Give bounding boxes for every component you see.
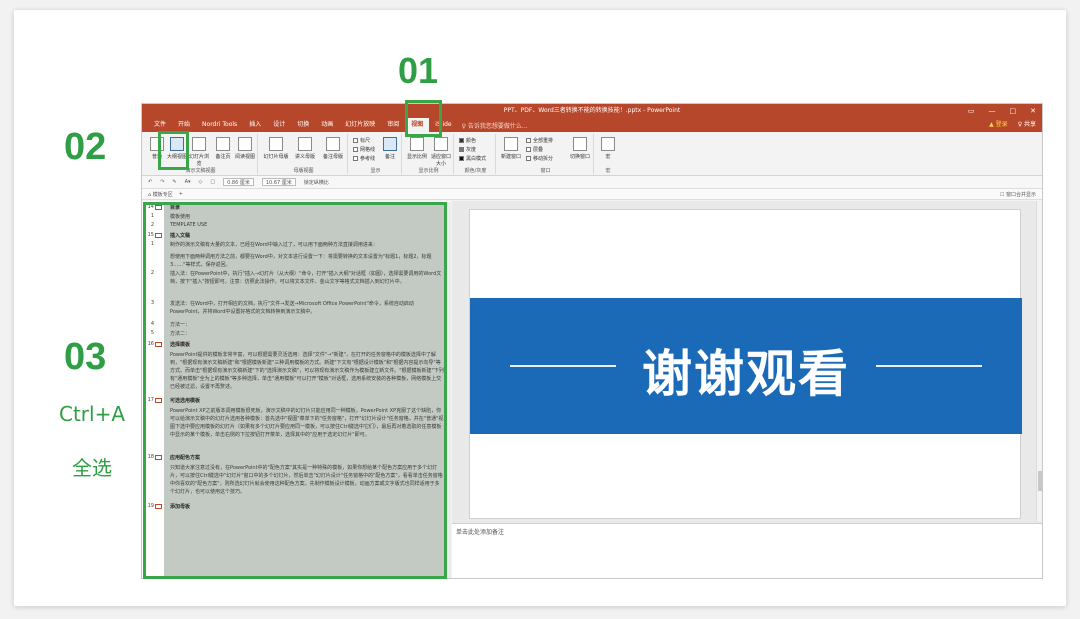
notes-master-button[interactable]: 备注母版 <box>320 137 346 160</box>
tab-nordri-tools[interactable]: Nordri Tools <box>196 118 243 132</box>
show-group: 标尺 网格线 参考线 备注 显示 <box>350 134 402 174</box>
tab-slideshow[interactable]: 幻灯片放映 <box>339 118 381 132</box>
ribbon-display-button[interactable]: ▭ <box>968 104 975 118</box>
tab-home[interactable]: 开始 <box>172 118 196 132</box>
switch-window-button[interactable]: 切换窗口 <box>568 137 592 160</box>
undo-icon[interactable]: ↶ <box>148 179 152 185</box>
window-controls: ▭ — □ ✕ <box>968 104 1036 118</box>
show-label: 显示 <box>370 168 381 174</box>
macros-label: 宏 <box>605 168 611 174</box>
color-option[interactable]: 颜色 <box>459 137 476 144</box>
sign-in-link[interactable]: ▲ 登录 <box>989 118 1008 132</box>
window-title: PPT、PDF、Word三者转换不能的转换技能！.pptx - PowerPoi… <box>503 107 681 114</box>
bw-option[interactable]: 黑白模式 <box>459 155 486 162</box>
ruler-checkbox[interactable]: 标尺 <box>353 137 370 144</box>
title-band: 谢谢观看 <box>470 298 1022 434</box>
highlight-view-tab <box>405 100 442 137</box>
notes-page-button[interactable]: 备注页 <box>212 137 234 160</box>
zoom-group: 显示比例 适应窗口大小 显示比例 <box>404 134 454 174</box>
color-label: 颜色/灰度 <box>464 168 487 174</box>
redo-icon[interactable]: ↷ <box>160 179 164 185</box>
slide-sorter-button[interactable]: 幻灯片浏览 <box>188 137 210 167</box>
tell-me-search[interactable]: ♀ 告诉我您想要做什么... <box>462 121 528 130</box>
fit-window-icon <box>434 137 448 151</box>
slide-master-icon <box>269 137 283 151</box>
slide-canvas[interactable]: 谢谢观看 <box>469 209 1022 519</box>
cascade-button[interactable]: 层叠 <box>526 146 543 153</box>
ctrl-a-note: Ctrl+A <box>58 402 126 426</box>
handout-master-icon <box>298 137 312 151</box>
height-field[interactable]: 10.67 厘米 <box>261 178 296 186</box>
step-01-label: 01 <box>398 50 439 91</box>
slide-scrollbar[interactable] <box>1036 201 1042 521</box>
notes-pane[interactable]: 单击此处添加备注 <box>452 523 1042 578</box>
color-group: 颜色 灰度 黑白模式 颜色/灰度 <box>456 134 496 174</box>
minimize-button[interactable]: — <box>989 104 996 118</box>
format-toolbar: ↶ ↷ ✎ A▾ ◇ □ 0.86 厘米 10.67 厘米 锁定纵横比 <box>142 176 1042 189</box>
slide-master-button[interactable]: 幻灯片母版 <box>262 137 290 160</box>
zoom-label: 显示比例 <box>418 168 439 174</box>
step-03-label: 03 <box>64 336 107 378</box>
guides-checkbox[interactable]: 参考线 <box>353 155 375 162</box>
document-tabs: ⌂ 模板专区 + ☐ 窗口合并显示 <box>142 189 1042 200</box>
zoom-button[interactable]: 显示比例 <box>406 137 428 160</box>
master-views-label: 母版视图 <box>293 168 314 174</box>
slide-sorter-icon <box>192 137 206 151</box>
thanks-title[interactable]: 谢谢观看 <box>470 334 1022 406</box>
slide-editing-area: 谢谢观看 单击此处添加备注 <box>452 201 1042 578</box>
master-views-group: 幻灯片母版 讲义母版 备注母版 母版视图 <box>260 134 348 174</box>
tab-animations[interactable]: 动画 <box>315 118 339 132</box>
macros-group: 宏 宏 <box>596 134 620 174</box>
move-split-button[interactable]: 移动拆分 <box>526 155 553 162</box>
lock-aspect-checkbox[interactable]: 锁定纵横比 <box>304 179 329 186</box>
select-all-note: 全选 <box>72 456 112 480</box>
merge-windows-toggle[interactable]: ☐ 窗口合并显示 <box>1000 191 1036 198</box>
macros-button[interactable]: 宏 <box>597 137 619 160</box>
macro-icon <box>601 137 615 151</box>
pen-icon[interactable]: ✎ <box>172 179 176 185</box>
notes-page-icon <box>216 137 230 151</box>
shape-icon[interactable]: ◇ <box>199 179 203 185</box>
switch-window-icon <box>573 137 587 151</box>
tab-file[interactable]: 文件 <box>148 118 172 132</box>
width-field[interactable]: 0.86 厘米 <box>223 178 254 186</box>
highlight-outline-pane <box>143 202 447 579</box>
close-button[interactable]: ✕ <box>1030 104 1036 118</box>
step-02-label: 02 <box>64 126 107 168</box>
window-group: 新建窗口 全部重排 层叠 移动拆分 切换窗口 窗口 <box>498 134 594 174</box>
handout-master-button[interactable]: 讲义母版 <box>292 137 318 160</box>
tab-review[interactable]: 审阅 <box>381 118 405 132</box>
view-ribbon: 普通 大纲视图 幻灯片浏览 备注页 阅读视图 演示文稿视图 幻灯片母版 讲义母版… <box>142 132 1042 176</box>
new-window-icon <box>504 137 518 151</box>
tab-transitions[interactable]: 切换 <box>291 118 315 132</box>
template-tab[interactable]: ⌂ 模板专区 <box>148 191 173 198</box>
fit-window-button[interactable]: 适应窗口大小 <box>430 137 452 167</box>
scroll-thumb[interactable] <box>1038 471 1042 491</box>
tab-insert[interactable]: 插入 <box>243 118 267 132</box>
account-area: ▲ 登录 ♀ 共享 <box>989 118 1036 132</box>
rect-icon[interactable]: □ <box>210 179 215 185</box>
notes-toggle-button[interactable]: 备注 <box>380 137 400 160</box>
new-window-button[interactable]: 新建窗口 <box>500 137 522 160</box>
maximize-button[interactable]: □ <box>1010 104 1017 118</box>
grayscale-option[interactable]: 灰度 <box>459 146 476 153</box>
window-label: 窗口 <box>540 168 551 174</box>
gridlines-checkbox[interactable]: 网格线 <box>353 146 375 153</box>
notes-master-icon <box>326 137 340 151</box>
magnifier-icon <box>410 137 424 151</box>
arrange-all-button[interactable]: 全部重排 <box>526 137 553 144</box>
tab-design[interactable]: 设计 <box>267 118 291 132</box>
highlight-outline-button <box>158 131 189 170</box>
title-bar: PPT、PDF、Word三者转换不能的转换技能！.pptx - PowerPoi… <box>142 104 1042 118</box>
new-tab-button[interactable]: + <box>179 191 183 197</box>
notes-icon <box>383 137 397 151</box>
font-color-icon[interactable]: A▾ <box>185 179 191 185</box>
ribbon-tabs: 文件 开始 Nordri Tools 插入 设计 切换 动画 幻灯片放映 审阅 … <box>142 118 1042 132</box>
share-button[interactable]: ♀ 共享 <box>1018 118 1036 132</box>
reading-view-icon <box>238 137 252 151</box>
reading-view-button[interactable]: 阅读视图 <box>234 137 256 160</box>
